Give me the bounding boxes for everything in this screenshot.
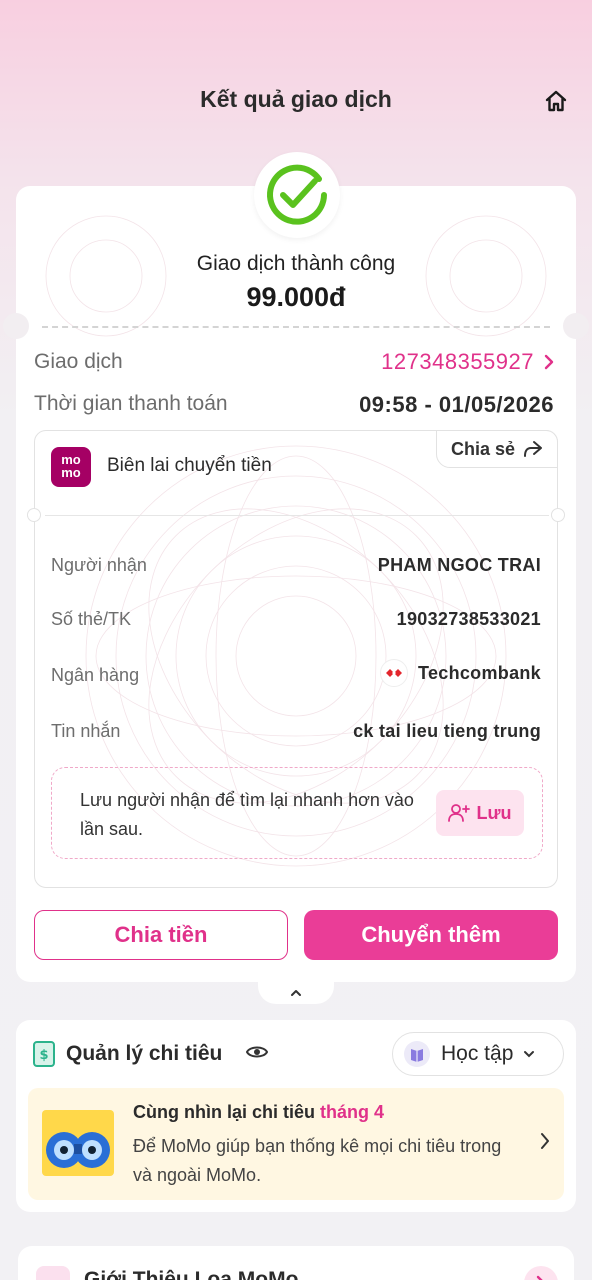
share-button[interactable]: Chia sẻ — [436, 430, 558, 468]
wallet-icon: $ — [33, 1041, 55, 1067]
eye-icon[interactable] — [246, 1044, 268, 1060]
transaction-id: 127348355927 — [381, 349, 534, 374]
bank-name: Techcombank — [418, 662, 541, 683]
receipt-notch-right — [551, 508, 565, 522]
save-recipient-button[interactable]: Lưu — [436, 790, 524, 836]
promo-description: Để MoMo giúp bạn thống kê mọi chi tiêu t… — [133, 1136, 502, 1185]
intro-arrow-button[interactable] — [524, 1266, 558, 1280]
payment-time: 09:58 - 01/05/2026 — [359, 392, 554, 417]
payment-time-label: Thời gian thanh toán — [34, 392, 228, 415]
check-circle-icon — [267, 164, 327, 225]
page-title: Kết quả giao dịch — [200, 86, 392, 112]
receipt-notch-left — [27, 508, 41, 522]
chevron-right-icon — [541, 1133, 549, 1149]
save-label: Lưu — [476, 802, 512, 823]
transaction-label: Giao dịch — [34, 350, 123, 373]
category-dropdown[interactable]: Học tập — [392, 1032, 564, 1076]
book-icon — [404, 1041, 430, 1067]
momo-logo: mo mo — [51, 447, 91, 487]
transaction-result-card: Giao dịch thành công 99.000đ Giao dịch 1… — [3, 152, 589, 982]
account-label: Số thẻ/TK — [51, 609, 132, 629]
receipt-panel: mo mo Biên lai chuyển tiền Chia sẻ Người… — [27, 430, 565, 888]
bank-value: Techcombank — [380, 659, 541, 687]
collapse-button[interactable] — [258, 982, 334, 1004]
card-notch-left — [3, 313, 29, 339]
dashed-divider — [42, 326, 550, 328]
save-prompt: Lưu người nhận để tìm lại nhanh hơn vào … — [80, 790, 414, 839]
receipt-title: Biên lai chuyển tiền — [107, 455, 272, 476]
binoculars-mascot-icon — [42, 1110, 114, 1176]
home-button[interactable] — [540, 86, 572, 116]
chevron-down-icon — [524, 1051, 535, 1058]
card-notch-right — [563, 313, 589, 339]
promo-title: Cùng nhìn lại chi tiêu tháng 4 — [133, 1102, 384, 1123]
techcombank-icon — [380, 659, 408, 687]
transaction-id-link[interactable]: 127348355927 — [381, 349, 554, 375]
success-badge — [254, 152, 340, 238]
chevron-right-icon — [536, 1275, 543, 1280]
category-label: Học tập — [441, 1042, 514, 1065]
logo-text: mo — [61, 465, 81, 480]
message-value: ck tai lieu tieng trung — [353, 721, 541, 741]
promo-title-text: Cùng nhìn lại chi tiêu — [133, 1102, 320, 1122]
spending-management-card: $ Quản lý chi tiêu Học tập Cùng nhìn lại… — [16, 1020, 576, 1212]
receipt-divider — [45, 515, 549, 516]
save-recipient-box: Lưu người nhận để tìm lại nhanh hơn vào … — [51, 767, 543, 859]
transfer-more-button[interactable]: Chuyển thêm — [304, 910, 558, 960]
promo-title-accent: tháng 4 — [320, 1102, 385, 1122]
amount: 99.000đ — [246, 282, 346, 312]
add-user-icon — [448, 804, 471, 822]
svg-text:$: $ — [39, 1048, 48, 1063]
spending-review-banner[interactable]: Cùng nhìn lại chi tiêu tháng 4 Để MoMo g… — [28, 1088, 564, 1200]
share-arrow-icon — [524, 441, 543, 457]
bank-label: Ngân hàng — [51, 665, 140, 685]
speaker-icon — [36, 1266, 70, 1280]
split-money-button[interactable]: Chia tiền — [34, 910, 288, 960]
intro-title: Giới Thiệu Loa MoMo — [84, 1268, 299, 1280]
recipient-label: Người nhận — [51, 555, 147, 575]
recipient-value: PHAM NGOC TRAI — [377, 555, 541, 575]
account-value: 19032738533021 — [396, 609, 541, 629]
momo-speaker-card[interactable]: Giới Thiệu Loa MoMo — [18, 1246, 574, 1280]
share-label: Chia sẻ — [450, 438, 516, 459]
status-text: Giao dịch thành công — [196, 252, 396, 275]
home-icon — [545, 90, 567, 112]
spending-title: Quản lý chi tiêu — [66, 1042, 223, 1065]
chevron-right-icon — [544, 354, 554, 370]
chevron-up-icon — [291, 990, 301, 996]
message-label: Tin nhắn — [51, 721, 121, 741]
